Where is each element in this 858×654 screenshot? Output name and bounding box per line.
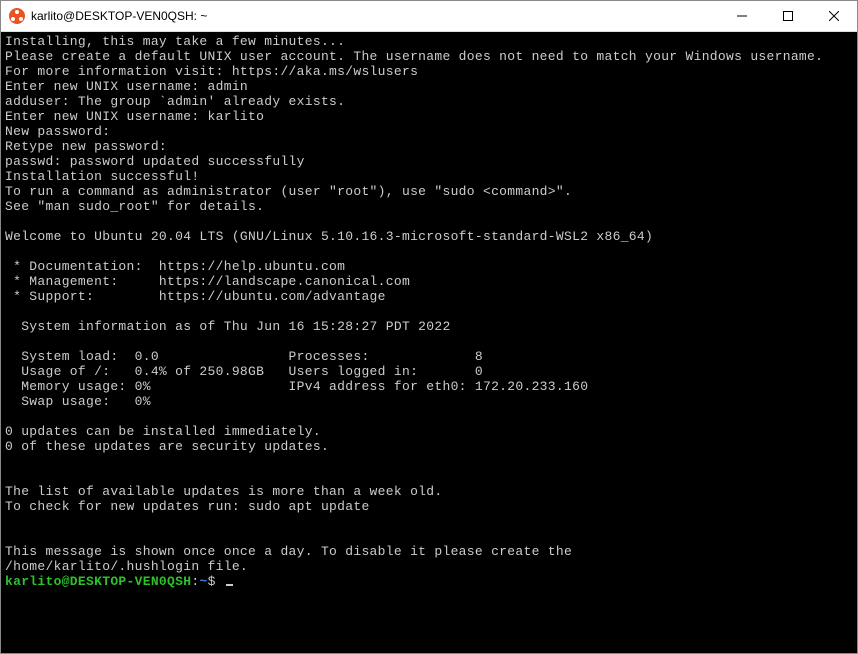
window-controls [719,1,857,31]
maximize-button[interactable] [765,1,811,31]
ubuntu-icon [9,8,25,24]
prompt-suffix: $ [208,574,224,589]
terminal-line: Memory usage: 0% IPv4 address for eth0: … [5,379,588,394]
minimize-button[interactable] [719,1,765,31]
terminal-line: 0 of these updates are security updates. [5,439,329,454]
terminal-line: To run a command as administrator (user … [5,184,572,199]
terminal-line: /home/karlito/.hushlogin file. [5,559,248,574]
terminal-line: Enter new UNIX username: karlito [5,109,264,124]
terminal-line: The list of available updates is more th… [5,484,442,499]
prompt-user-host: karlito@DESKTOP-VEN0QSH [5,574,191,589]
terminal-window: karlito@DESKTOP-VEN0QSH: ~ Installing, t… [0,0,858,654]
window-title: karlito@DESKTOP-VEN0QSH: ~ [31,9,719,23]
terminal-line: For more information visit: https://aka.… [5,64,418,79]
terminal-line: To check for new updates run: sudo apt u… [5,499,370,514]
terminal-line: Usage of /: 0.4% of 250.98GB Users logge… [5,364,483,379]
terminal-line: adduser: The group `admin' already exist… [5,94,345,109]
terminal-line: Please create a default UNIX user accoun… [5,49,823,64]
terminal-line: Welcome to Ubuntu 20.04 LTS (GNU/Linux 5… [5,229,653,244]
terminal-line: 0 updates can be installed immediately. [5,424,321,439]
close-button[interactable] [811,1,857,31]
terminal-line: This message is shown once once a day. T… [5,544,572,559]
cursor [226,584,233,586]
terminal-line: System information as of Thu Jun 16 15:2… [5,319,451,334]
title-bar[interactable]: karlito@DESKTOP-VEN0QSH: ~ [1,1,857,32]
prompt-path: ~ [199,574,207,589]
terminal-line: New password: [5,124,110,139]
terminal-line: * Management: https://landscape.canonica… [5,274,410,289]
terminal-content[interactable]: Installing, this may take a few minutes.… [1,32,857,653]
terminal-line: * Support: https://ubuntu.com/advantage [5,289,386,304]
terminal-line: Installing, this may take a few minutes.… [5,34,345,49]
terminal-line: passwd: password updated successfully [5,154,305,169]
terminal-line: Enter new UNIX username: admin [5,79,248,94]
terminal-line: * Documentation: https://help.ubuntu.com [5,259,345,274]
terminal-line: Swap usage: 0% [5,394,151,409]
terminal-line: See "man sudo_root" for details. [5,199,264,214]
terminal-line: System load: 0.0 Processes: 8 [5,349,483,364]
terminal-line: Installation successful! [5,169,199,184]
terminal-line: Retype new password: [5,139,167,154]
